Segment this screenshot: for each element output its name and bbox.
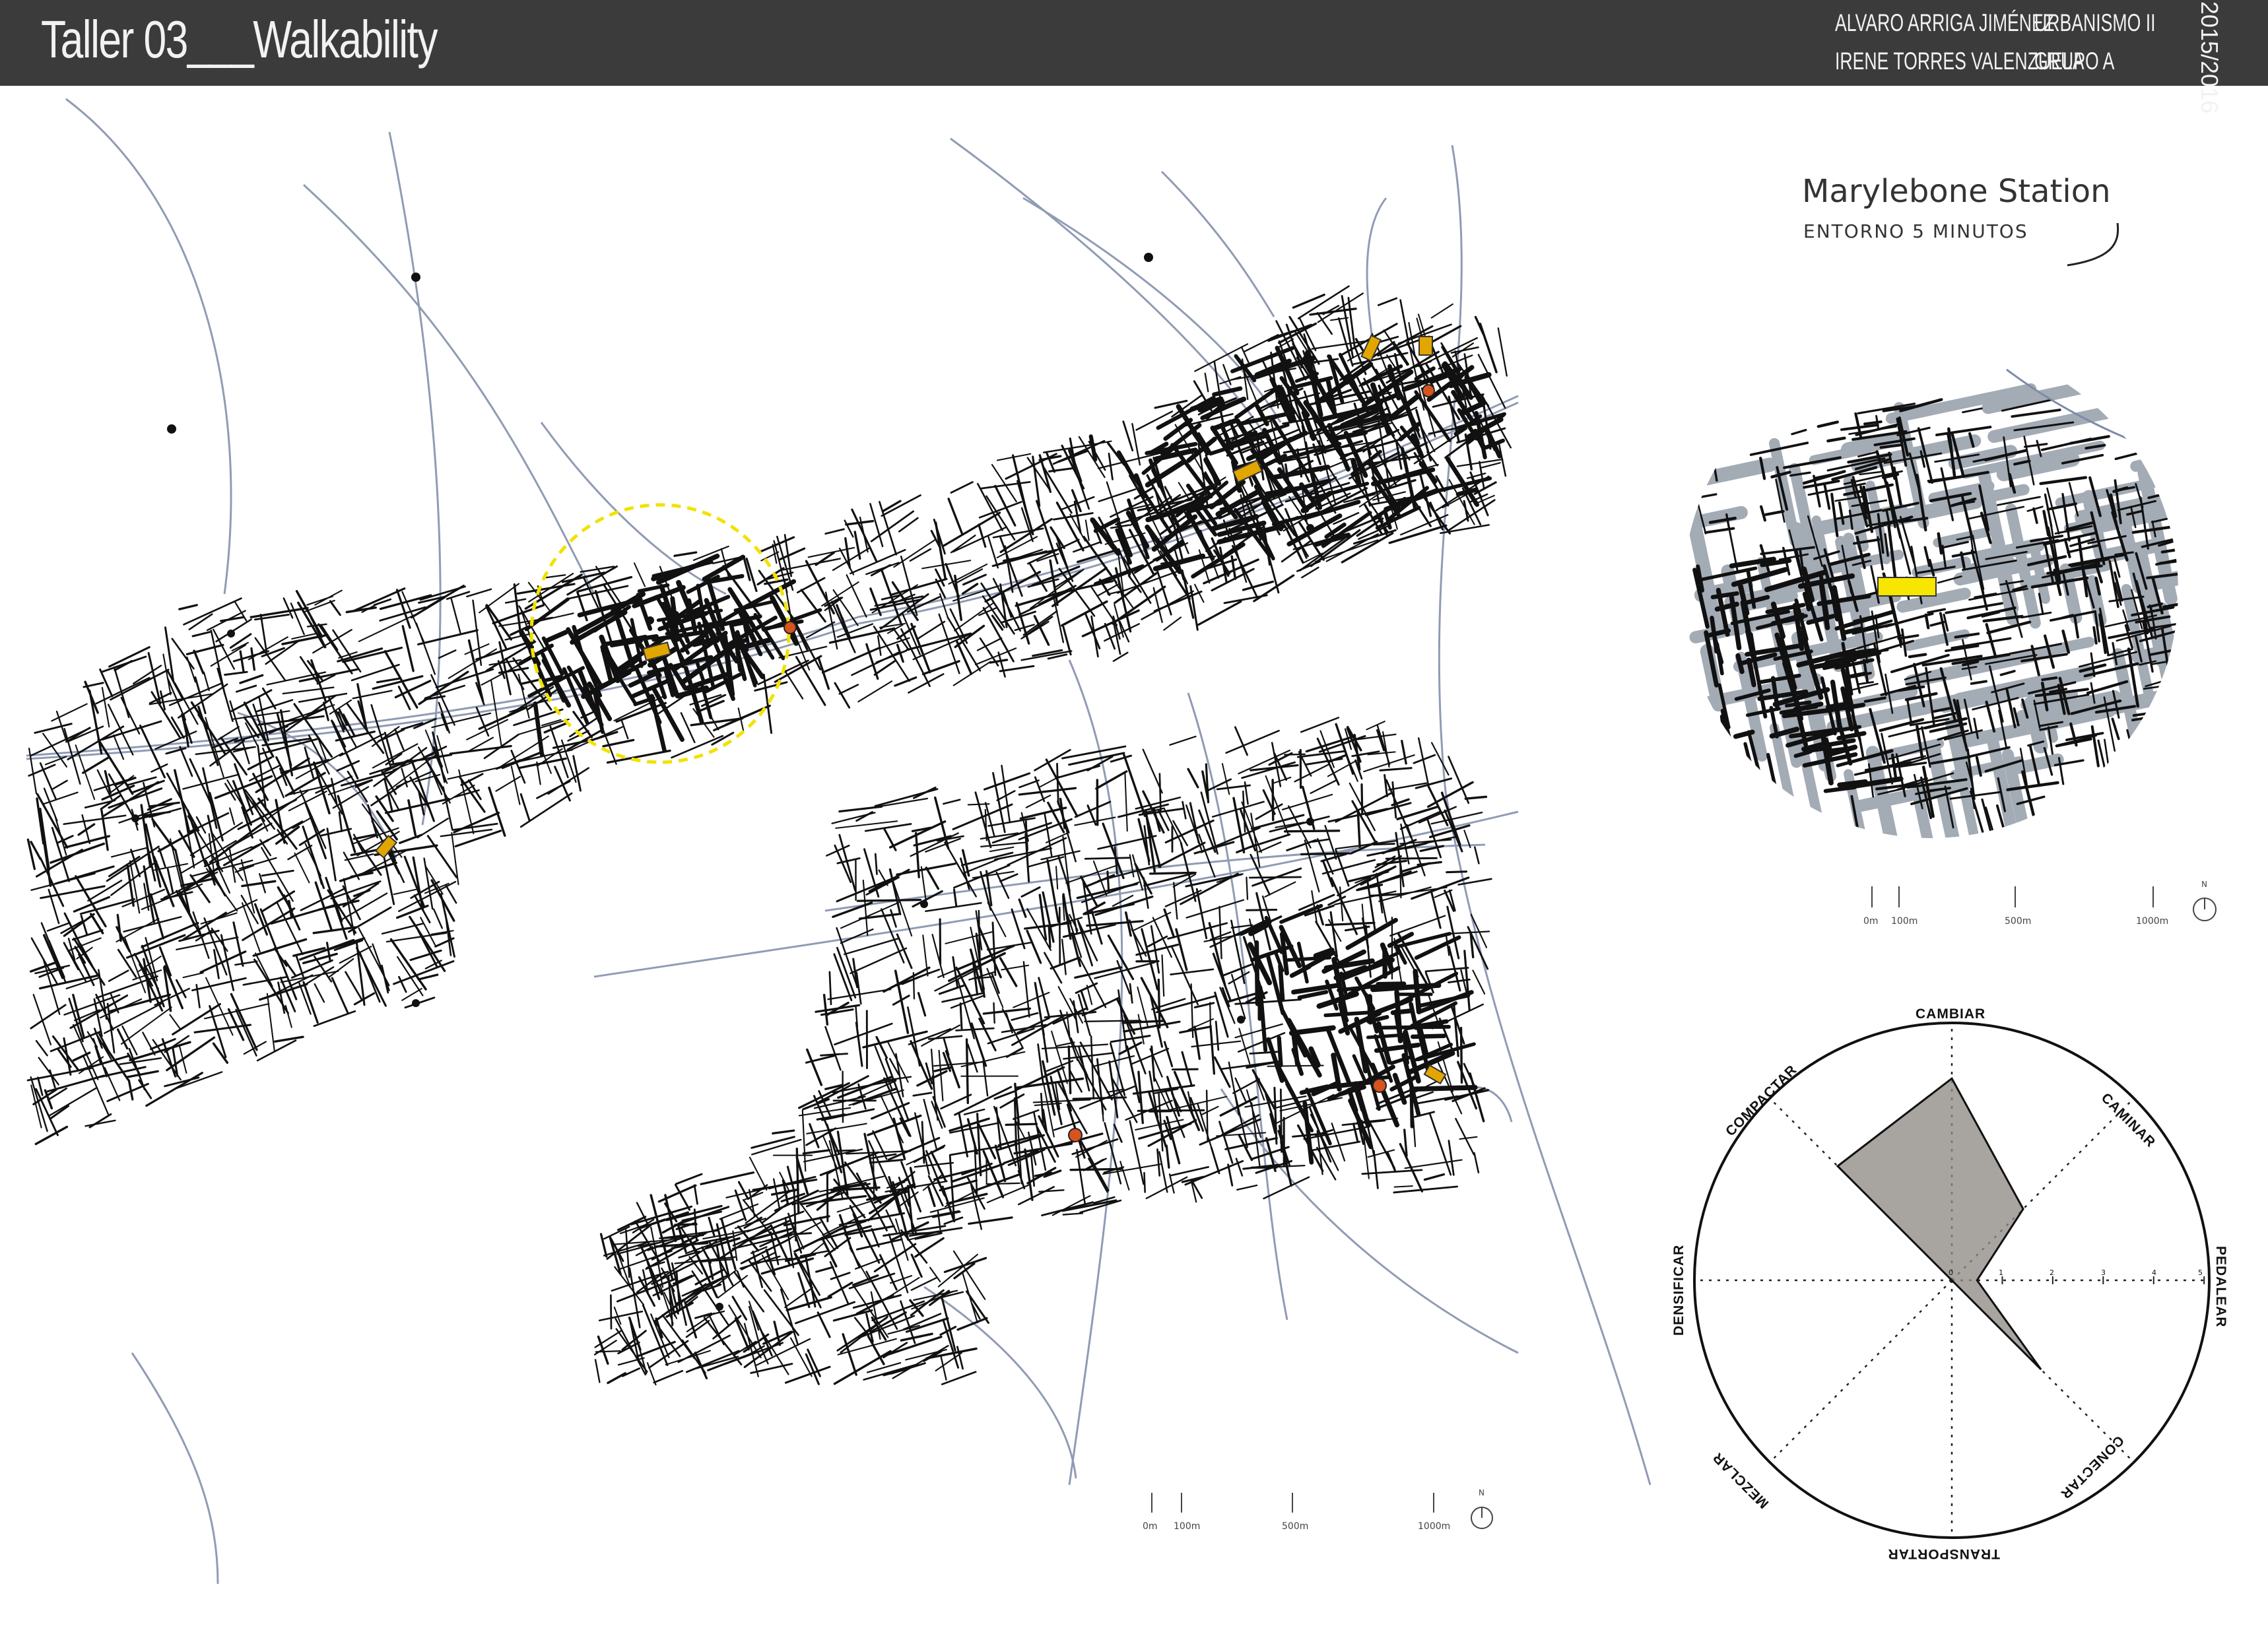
inset-station-marker [1877,577,1937,597]
radar-tick-3: 3 [2101,1268,2106,1277]
radar-tick-4: 4 [2152,1268,2156,1277]
inset-scale-label-100: 100m [1891,916,1918,927]
inset-title: Marylebone Station [1802,173,2111,210]
inset-scale-label-1000: 1000m [2136,916,2169,927]
main-north-label: N [1479,1488,1484,1497]
main-scale-label-0: 0m [1143,1521,1158,1532]
station-marker [1423,1064,1447,1085]
rail-lines [26,98,1651,1585]
main-scale-label-500: 500m [1282,1521,1309,1532]
radar-tick-1: 1 [1999,1268,2003,1277]
radar-axis-line [1769,1280,1952,1463]
radar-tick-2: 2 [2050,1268,2054,1277]
radar-axis-label-cambiar: CAMBIAR [1916,1006,1986,1022]
inset-map [1683,343,2178,838]
inset-scale-label-500: 500m [2005,916,2032,927]
main-scale-label-1000: 1000m [1418,1521,1451,1532]
radar-axis-label-densificar: DENSIFICAR [1671,1244,1686,1336]
inset-subtitle: ENTORNO 5 MINUTOS [1803,220,2028,242]
radar-axis-label-transportar: TRANSPORTAR [1887,1546,2000,1561]
main-scale-label-100: 100m [1174,1521,1201,1532]
station-marker [1418,336,1433,356]
radar-value-polygon [1836,1076,2042,1371]
inset-scale-label-0: 0m [1863,916,1879,927]
inset-north-label: N [2201,880,2207,889]
street-network [26,285,1512,1386]
map-canvas [26,98,2217,1585]
radar-tick-5: 5 [2198,1268,2203,1277]
radar-tick-0: 0 [1949,1268,1953,1277]
radar-axis-label-pedalear: PEDALEAR [2213,1246,2228,1328]
inset-arrow-icon [2067,222,2119,267]
